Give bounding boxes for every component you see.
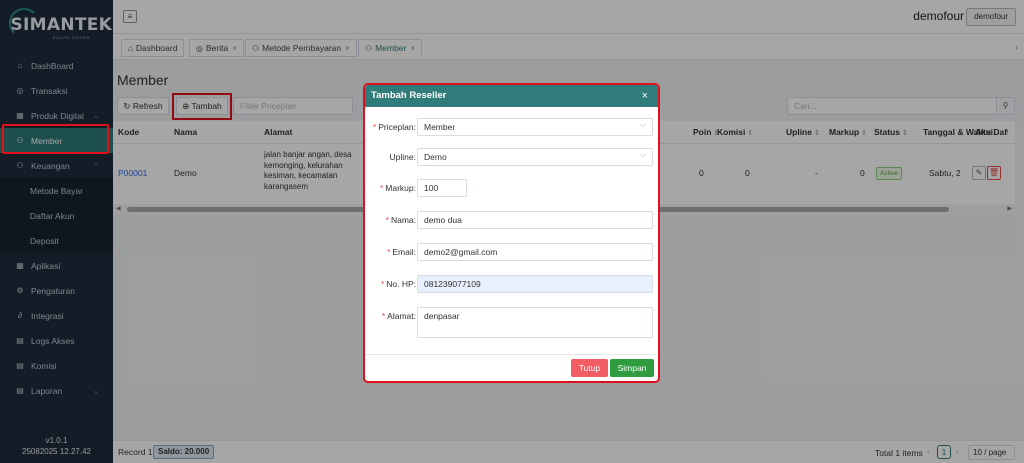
priceplan-select[interactable]: Member bbox=[417, 117, 653, 136]
phone-field[interactable]: 081239077109 bbox=[417, 275, 653, 293]
markup-input[interactable]: 100 bbox=[417, 179, 467, 197]
email-label: * Email: bbox=[387, 247, 416, 257]
save-button[interactable]: Simpan bbox=[610, 359, 654, 377]
nohp-label: * No. HP: bbox=[380, 279, 416, 289]
nama-input[interactable]: demo dua bbox=[417, 211, 653, 229]
alamat-label: * Alamat: bbox=[381, 311, 416, 321]
close-button[interactable]: Tutup bbox=[571, 359, 608, 377]
dialog-title: Tambah Reseller bbox=[371, 90, 447, 101]
dialog-footer: Tutup Simpan bbox=[365, 354, 658, 381]
priceplan-label: * Priceplan: bbox=[372, 122, 416, 132]
sidebar-member-highlight bbox=[2, 124, 109, 154]
nama-label: * Nama: bbox=[385, 215, 416, 225]
upline-select[interactable]: Demo bbox=[417, 147, 653, 166]
alamat-textarea[interactable]: denpasar bbox=[417, 307, 653, 338]
add-reseller-dialog: Tambah Reseller × *Priceplan: Member Upl… bbox=[365, 85, 658, 381]
email-field[interactable]: demo2@gmail.com bbox=[417, 243, 653, 261]
close-icon[interactable]: × bbox=[642, 85, 648, 107]
upline-label: Upline: bbox=[389, 152, 416, 162]
dialog-header: Tambah Reseller × bbox=[365, 85, 658, 107]
markup-label: * Markup: bbox=[379, 183, 416, 193]
